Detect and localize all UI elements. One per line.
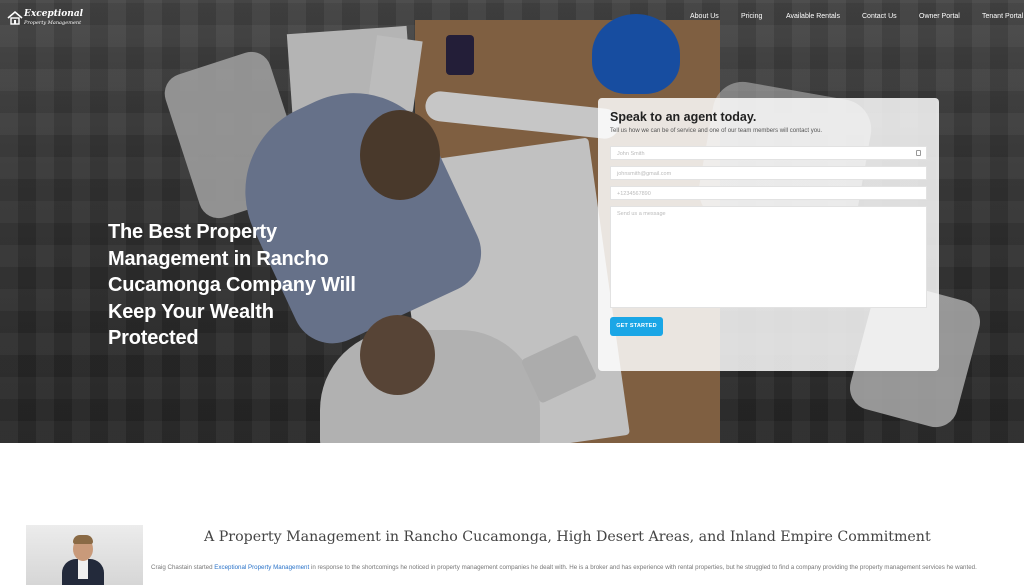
nav-tenant-portal[interactable]: Tenant Portal (982, 13, 1023, 20)
company-link[interactable]: Exceptional Property Management (214, 564, 309, 571)
message-textarea[interactable]: Send us a message (610, 206, 927, 308)
form-subtitle: Tell us how we can be of service and one… (610, 128, 823, 134)
founder-photo (26, 525, 143, 585)
founder-photo-shirt (78, 559, 88, 579)
paragraph-text-start: Craig Chastain started (151, 564, 215, 571)
name-placeholder: John Smith (617, 151, 645, 157)
nav-available-rentals[interactable]: Available Rentals (786, 13, 840, 20)
phone-placeholder: +1234567890 (617, 191, 651, 197)
phone-field[interactable]: +1234567890 (610, 186, 927, 200)
form-title: Speak to an agent today. (610, 110, 757, 124)
founder-photo-hair (73, 535, 93, 544)
nav-owner-portal[interactable]: Owner Portal (919, 13, 960, 20)
paragraph-text-end: in response to the shortcomings he notic… (309, 564, 977, 571)
hero-headline: The Best Property Management in Rancho C… (108, 221, 356, 349)
nav-about-us[interactable]: About Us (690, 13, 719, 20)
name-field[interactable]: John Smith (610, 146, 927, 160)
email-placeholder: johnsmith@gmail.com (617, 171, 672, 177)
section-title: A Property Management in Rancho Cucamong… (204, 529, 931, 545)
nav-contact-us[interactable]: Contact Us (862, 13, 897, 20)
main-nav: About Us Pricing Available Rentals Conta… (0, 13, 1024, 25)
contact-form-card: Speak to an agent today. Tell us how we … (598, 98, 939, 371)
contact-card-icon (916, 150, 921, 156)
nav-pricing[interactable]: Pricing (741, 13, 762, 20)
get-started-button[interactable]: GET STARTED (610, 317, 663, 336)
email-field[interactable]: johnsmith@gmail.com (610, 166, 927, 180)
hero-section: Exceptional Property Management About Us… (0, 0, 1024, 443)
message-placeholder: Send us a message (617, 211, 666, 217)
section-paragraph: Craig Chastain started Exceptional Prope… (151, 563, 991, 572)
